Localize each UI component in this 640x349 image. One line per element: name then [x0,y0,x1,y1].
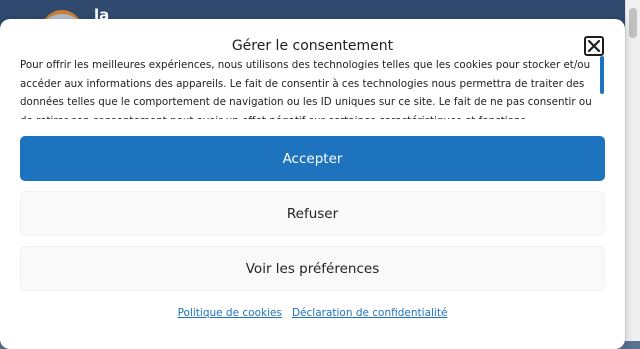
dialog-title: Gérer le consentement [231,38,394,54]
cookie-policy-link[interactable]: Politique de cookies [178,307,282,319]
deny-button[interactable]: Refuser [20,191,605,236]
cookie-consent-dialog: Gérer le consentement Pour offrir les me… [0,19,625,349]
message-scrollbar[interactable] [600,56,604,119]
privacy-statement-link[interactable]: Déclaration de confidentialité [292,307,447,319]
consent-message-scroll-area[interactable]: Pour offrir les meilleures expériences, … [20,56,598,119]
view-preferences-button[interactable]: Voir les préférences [20,246,605,291]
policy-links: Politique de cookies Déclaration de conf… [0,307,625,319]
consent-message: Pour offrir les meilleures expériences, … [20,59,592,119]
message-scrollbar-thumb[interactable] [600,56,604,94]
page-scrollbar-thumb[interactable] [629,8,637,38]
page-scrollbar[interactable] [625,0,640,341]
close-button[interactable] [584,36,604,56]
close-icon [587,39,601,53]
accept-button[interactable]: Accepter [20,136,605,181]
